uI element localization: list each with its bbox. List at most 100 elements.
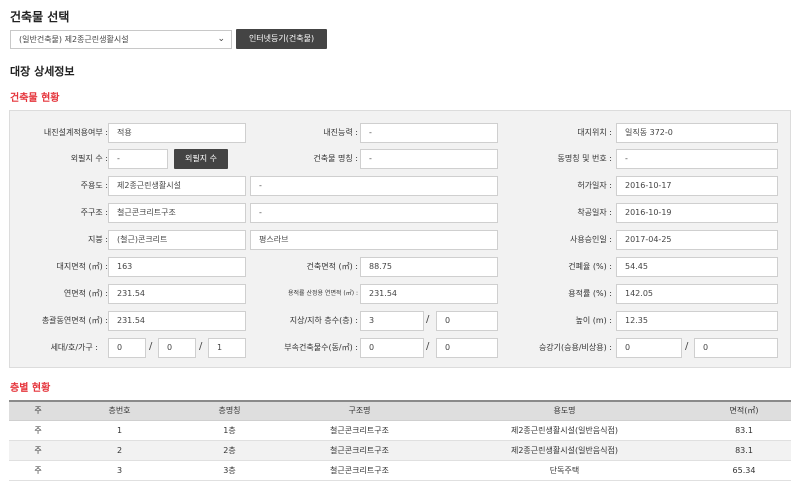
building-area-label: 건축면적 (㎡) : (306, 262, 358, 271)
quake-design-label: 내진설계적용여부 : (43, 128, 108, 137)
units-slash: / (199, 341, 203, 352)
cell-area: 83.1 (697, 420, 791, 441)
col-header-floor-no: 층번호 (67, 400, 172, 421)
main-use-field: 제2종근린생활시설 (108, 176, 246, 196)
coverage-label: 건폐율 (%) : (568, 262, 612, 271)
cell-use: 제2종근린생활시설(일반음식점) (432, 440, 697, 461)
dong-label: 동명칭 및 번호 : (557, 154, 612, 163)
cell-floor-no: 2 (67, 440, 172, 461)
coverage-field: 54.45 (616, 257, 778, 277)
building-info-panel: 내진설계적용여부 : 적용 내진능력 : - 대지위치 : 일직동 372-0 … (9, 110, 791, 368)
cell-use: 단독주택 (432, 460, 697, 481)
approval-date-field: 2017-04-25 (616, 230, 778, 250)
far-label: 용적률 (%) : (568, 289, 612, 298)
floors-below-field: 0 (436, 311, 498, 331)
cell-floor-name: 3층 (172, 460, 287, 481)
building-select[interactable]: (일반건축물) 제2종근린생활시설 ⌄ (10, 30, 232, 49)
building-select-value: (일반건축물) 제2종근린생활시설 (19, 35, 129, 44)
permit-date-field: 2016-10-17 (616, 176, 778, 196)
total-area-field: 231.54 (108, 284, 246, 304)
structure-label: 주구조 : (80, 208, 108, 217)
cell-structure: 철근콘크리트구조 (287, 460, 432, 481)
floor-table-header: 주 층번호 층명칭 구조명 용도명 면적(㎡) (9, 400, 791, 421)
cell-main: 주 (9, 440, 67, 461)
annex-label: 부속건축물수(동/㎡) : (284, 343, 358, 352)
cell-floor-name: 1층 (172, 420, 287, 441)
detail-title: 대장 상세정보 (10, 65, 75, 78)
total-all-area-field: 231.54 (108, 311, 246, 331)
cell-structure: 철근콘크리트구조 (287, 420, 432, 441)
cell-floor-name: 2층 (172, 440, 287, 461)
start-date-field: 2016-10-19 (616, 203, 778, 223)
main-use-etc-field: - (250, 176, 498, 196)
cell-main: 주 (9, 460, 67, 481)
land-area-field: 163 (108, 257, 246, 277)
floors-slash: / (426, 314, 430, 325)
households-field: 0 (108, 338, 146, 358)
households-label: 세대/호/가구 : (50, 343, 98, 352)
roof-field: (철근)콘크리트 (108, 230, 246, 250)
chevron-down-icon: ⌄ (217, 34, 225, 44)
building-area-field: 88.75 (360, 257, 498, 277)
floor-table: 주 층번호 층명칭 구조명 용도명 면적(㎡) 주 1 1층 철근콘크리트구조 … (9, 400, 791, 481)
annex-area-field: 0 (436, 338, 498, 358)
outer-count-label: 외필지 수 : (70, 154, 108, 163)
roof-label: 지붕 : (88, 235, 108, 244)
building-register-page: 건축물 선택 (일반건축물) 제2종근린생활시설 ⌄ 인터넷등기(건축물) 대장… (0, 0, 800, 484)
height-label: 높이 (m) : (575, 316, 612, 325)
outer-count-field: - (108, 149, 168, 169)
table-row: 주 2 2층 철근콘크리트구조 제2종근린생활시설(일반음식점) 83.1 (9, 440, 791, 461)
total-all-area-label: 총괄동연면적 (㎡) : (41, 316, 108, 325)
table-row: 주 1 1층 철근콘크리트구조 제2종근린생활시설(일반음식점) 83.1 (9, 420, 791, 441)
far-field: 142.05 (616, 284, 778, 304)
elevator-label: 승강기(승용/비상용) : (538, 343, 612, 352)
page-title: 건축물 선택 (10, 10, 70, 24)
roof-etc-field: 평스라브 (250, 230, 498, 250)
site-label: 대지위치 : (577, 128, 612, 137)
internet-registry-button[interactable]: 인터넷등기(건축물) (236, 29, 327, 49)
approval-date-label: 사용승인일 : (569, 235, 612, 244)
cell-use: 제2종근린생활시설(일반음식점) (432, 420, 697, 441)
table-row: 주 3 3층 철근콘크리트구조 단독주택 65.34 (9, 460, 791, 481)
permit-date-label: 허가일자 : (577, 181, 612, 190)
col-header-floor-name: 층명칭 (172, 400, 287, 421)
units-field: 0 (158, 338, 196, 358)
elevator-passenger-field: 0 (616, 338, 682, 358)
height-field: 12.35 (616, 311, 778, 331)
floors-above-field: 3 (360, 311, 424, 331)
dong-field: - (616, 149, 778, 169)
bld-name-label: 건축물 명칭 : (313, 154, 358, 163)
cell-floor-no: 1 (67, 420, 172, 441)
far-area-label: 용적률 산정용 연면적 (㎡) : (287, 290, 358, 297)
households-slash: / (149, 341, 153, 352)
col-header-use: 용도명 (432, 400, 697, 421)
floors-label: 지상/지하 층수(층) : (289, 316, 358, 325)
land-area-label: 대지면적 (㎡) : (56, 262, 108, 271)
cell-main: 주 (9, 420, 67, 441)
start-date-label: 착공일자 : (577, 208, 612, 217)
cell-structure: 철근콘크리트구조 (287, 440, 432, 461)
cell-area: 65.34 (697, 460, 791, 481)
cell-area: 83.1 (697, 440, 791, 461)
floor-section-title: 층별 현황 (10, 383, 51, 394)
total-area-label: 연면적 (㎡) : (63, 289, 108, 298)
main-use-label: 주용도 : (80, 181, 108, 190)
elevator-slash: / (685, 341, 689, 352)
cell-floor-no: 3 (67, 460, 172, 481)
quake-ability-field: - (360, 123, 498, 143)
families-field: 1 (208, 338, 246, 358)
outer-count-button[interactable]: 외필지 수 (174, 149, 228, 169)
col-header-structure: 구조명 (287, 400, 432, 421)
far-area-field: 231.54 (360, 284, 498, 304)
col-header-area: 면적(㎡) (697, 400, 791, 421)
col-header-main: 주 (9, 400, 67, 421)
building-section-title: 건축물 현황 (10, 93, 60, 104)
structure-etc-field: - (250, 203, 498, 223)
annex-slash: / (426, 341, 430, 352)
quake-design-field: 적용 (108, 123, 246, 143)
site-field: 일직동 372-0 (616, 123, 778, 143)
structure-field: 철근콘크리트구조 (108, 203, 246, 223)
annex-count-field: 0 (360, 338, 424, 358)
elevator-emergency-field: 0 (694, 338, 778, 358)
bld-name-field: - (360, 149, 498, 169)
